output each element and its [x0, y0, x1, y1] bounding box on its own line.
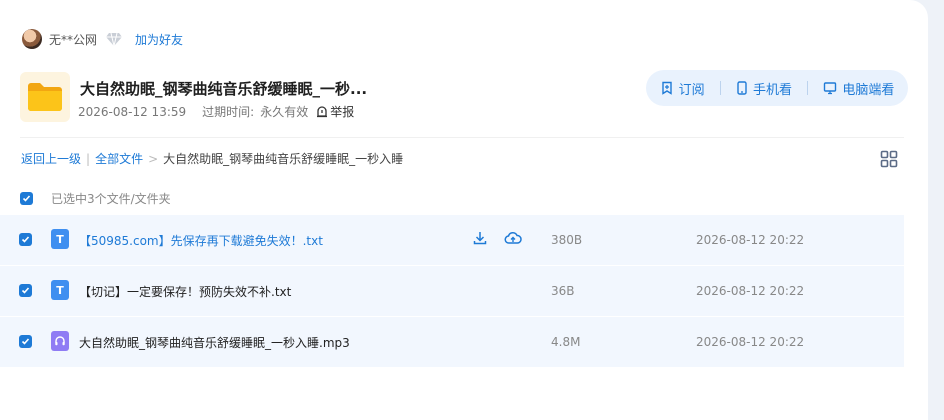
file-date: 2026-08-12 20:22 — [696, 233, 805, 247]
file-checkbox[interactable] — [19, 335, 32, 348]
expiry-label: 过期时间: — [202, 105, 255, 119]
text-file-icon: T — [51, 229, 69, 249]
folder-meta: 2026-08-12 13:59 过期时间: 永久有效 举报 — [78, 103, 354, 120]
diamond-icon — [105, 31, 123, 47]
headphones-icon — [51, 331, 69, 351]
file-row[interactable]: T 【切记】一定要保存！预防失效不补.txt 36B 2026-08-12 20… — [0, 266, 904, 316]
view-actions: 订阅 手机看 电脑端看 — [646, 70, 908, 106]
folder-icon — [28, 83, 62, 111]
report-label: 举报 — [330, 105, 355, 119]
grid-icon[interactable] — [880, 150, 898, 168]
breadcrumb-separator: | — [86, 151, 91, 166]
divider — [807, 81, 809, 95]
check-icon — [21, 236, 30, 243]
select-all-checkbox[interactable] — [20, 192, 33, 205]
desktop-view-button[interactable]: 电脑端看 — [823, 79, 894, 98]
file-name[interactable]: 【50985.com】先保存再下载避免失效！.txt — [79, 232, 323, 249]
mobile-view-button[interactable]: 手机看 — [736, 79, 792, 98]
divider — [719, 81, 721, 95]
report-link[interactable]: 举报 — [316, 103, 354, 120]
file-name[interactable]: 大自然助眠_钢琴曲纯音乐舒缓睡眠_一秒入睡.mp3 — [79, 334, 350, 351]
file-date: 2026-08-12 20:22 — [696, 335, 805, 349]
report-icon — [317, 105, 328, 117]
select-all-row: 已选中3个文件/文件夹 — [20, 190, 171, 207]
file-row[interactable]: T 【50985.com】先保存再下载避免失效！.txt 380B 2026-0… — [0, 215, 904, 265]
file-checkbox[interactable] — [19, 284, 32, 297]
file-checkbox[interactable] — [19, 233, 32, 246]
monitor-icon — [824, 82, 837, 95]
selection-count: 已选中3个文件/文件夹 — [51, 192, 171, 206]
file-name[interactable]: 【切记】一定要保存！预防失效不补.txt — [79, 283, 291, 300]
current-folder: 大自然助眠_钢琴曲纯音乐舒缓睡眠_一秒入睡 — [163, 152, 404, 166]
file-list: T 【50985.com】先保存再下载避免失效！.txt 380B 2026-0… — [0, 215, 904, 368]
file-size: 380B — [551, 233, 583, 247]
bookmark-icon — [661, 81, 672, 95]
check-icon — [22, 195, 31, 202]
file-size: 36B — [551, 284, 575, 298]
file-row[interactable]: 大自然助眠_钢琴曲纯音乐舒缓睡眠_一秒入睡.mp3 4.8M 2026-08-1… — [0, 317, 904, 367]
download-icon[interactable] — [472, 230, 488, 246]
share-page-card: 无**公网 加为好友 大自然助眠_钢琴曲纯音乐舒缓睡眠_一秒... 2026-0… — [0, 0, 928, 420]
avatar[interactable] — [22, 29, 42, 49]
breadcrumb: 返回上一级 | 全部文件 > 大自然助眠_钢琴曲纯音乐舒缓睡眠_一秒入睡 — [21, 150, 403, 167]
file-date: 2026-08-12 20:22 — [696, 284, 805, 298]
expiry-value: 永久有效 — [260, 105, 309, 119]
subscribe-label: 订阅 — [678, 82, 705, 98]
mobile-view-label: 手机看 — [752, 82, 792, 98]
all-files-link[interactable]: 全部文件 — [95, 150, 143, 167]
folder-thumb — [20, 72, 70, 122]
check-icon — [21, 287, 30, 294]
breadcrumb-separator: > — [148, 151, 159, 166]
text-file-icon: T — [51, 280, 69, 300]
page-background-edge — [928, 0, 944, 420]
desktop-view-label: 电脑端看 — [842, 82, 895, 98]
share-date: 2026-08-12 13:59 — [78, 104, 187, 119]
file-size: 4.8M — [551, 335, 581, 349]
add-friend-link[interactable]: 加为好友 — [135, 31, 183, 48]
back-link[interactable]: 返回上一级 — [21, 150, 81, 167]
subscribe-button[interactable]: 订阅 — [660, 79, 705, 98]
cloud-upload-icon[interactable] — [504, 230, 522, 246]
sharer-row: 无**公网 加为好友 — [22, 28, 183, 50]
sharer-name: 无**公网 — [49, 32, 98, 47]
phone-icon — [737, 81, 747, 95]
folder-title: 大自然助眠_钢琴曲纯音乐舒缓睡眠_一秒... — [80, 80, 368, 98]
check-icon — [21, 338, 30, 345]
header-divider — [20, 137, 904, 138]
row-actions — [472, 230, 522, 246]
